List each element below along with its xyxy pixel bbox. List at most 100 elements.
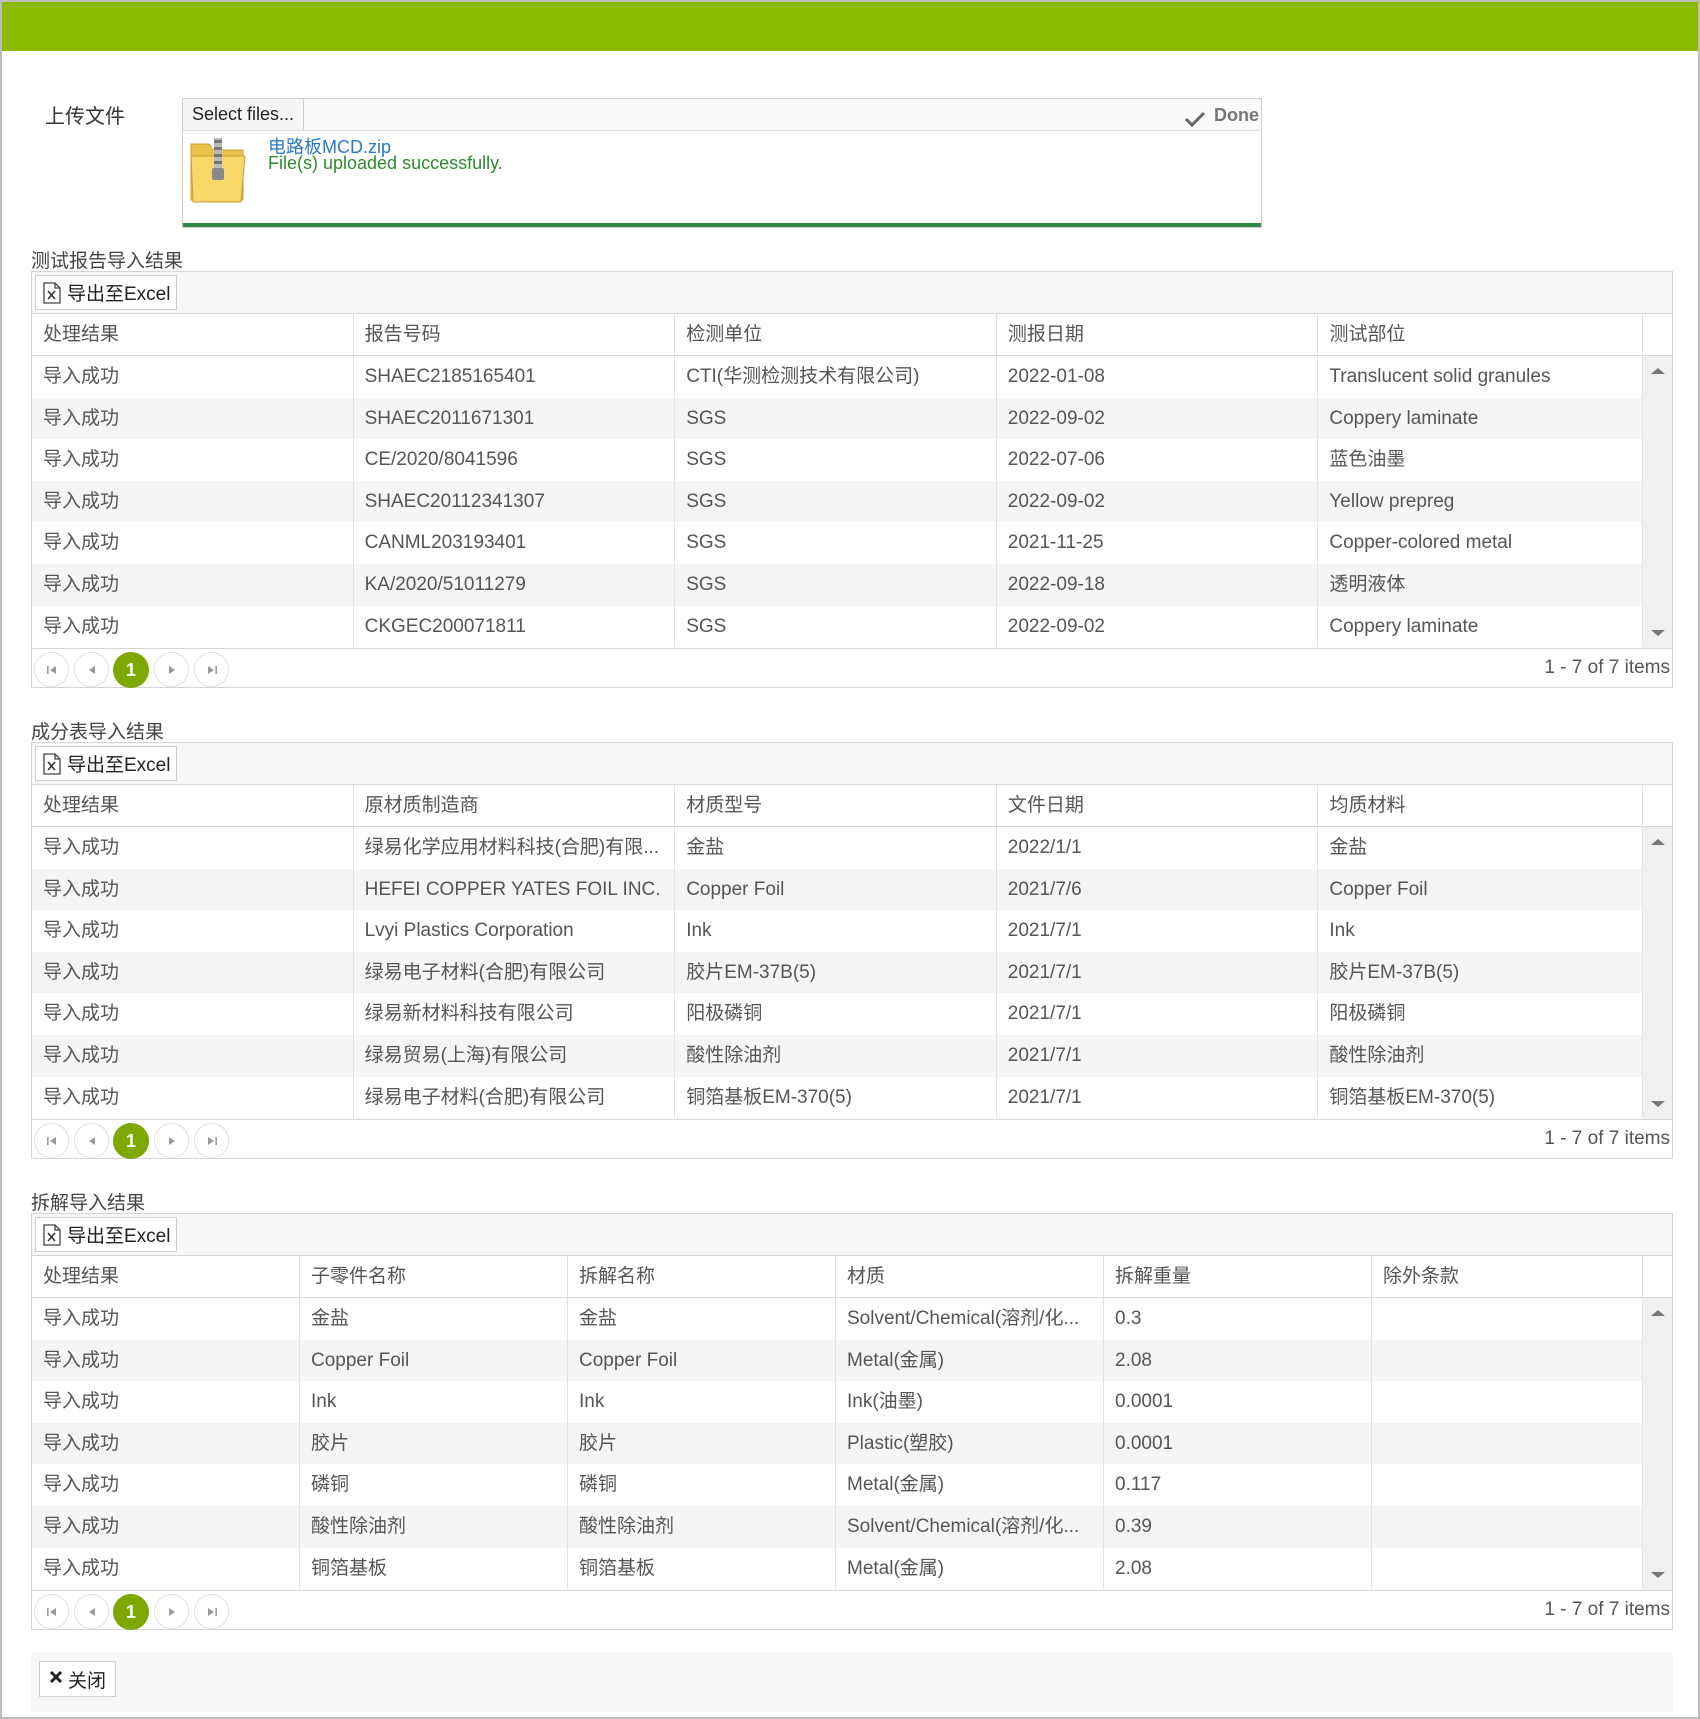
table-row[interactable]: 导入成功 磷铜 磷铜 Metal(金属) 0.117 — [32, 1464, 1643, 1506]
close-button[interactable]: 关闭 — [39, 1661, 117, 1697]
table-row[interactable]: 导入成功 SHAEC2011671301 SGS 2022-09-02 Coppery … — [32, 397, 1643, 440]
first-page-button[interactable] — [34, 1123, 69, 1158]
column-header[interactable]: 材质 — [836, 1256, 1104, 1298]
pager: 1 1 - 7 of 7 items — [32, 1590, 1672, 1630]
table-cell: SHAEC20112341307 — [354, 480, 676, 523]
table-row[interactable]: 导入成功 金盐 金盐 Solvent/Chemical(溶剂/化... 0.3 — [32, 1298, 1643, 1340]
table-cell: 金盐 — [300, 1298, 568, 1340]
table-cell: 2022-09-02 — [997, 480, 1319, 523]
table-row[interactable]: 导入成功 绿易贸易(上海)有限公司 酸性除油剂 2021/7/1 酸性除油剂 — [32, 1034, 1643, 1077]
table-row[interactable]: 导入成功 绿易电子材料(合肥)有限公司 铜箔基板EM-370(5) 2021/7/1 铜… — [32, 1076, 1643, 1119]
table-cell: 导入成功 — [32, 522, 354, 564]
column-header[interactable]: 测试部位 — [1318, 314, 1644, 356]
column-header[interactable]: 测报日期 — [997, 314, 1319, 356]
last-page-button[interactable] — [194, 1123, 229, 1158]
table-cell: Solvent/Chemical(溶剂/化... — [836, 1298, 1104, 1340]
table-row[interactable]: 导入成功 SHAEC20112341307 SGS 2022-09-02 Yellow … — [32, 480, 1643, 523]
close-label: 关闭 — [68, 1670, 107, 1692]
grid-toolbar: 导出至Excel — [32, 272, 1672, 314]
upload-widget: Select files... Done 电路板MCD.zip File(s) … — [182, 98, 1262, 228]
vertical-scrollbar[interactable] — [1643, 1298, 1672, 1590]
table-row[interactable]: 导入成功 Copper Foil Copper Foil Metal(金属) 2.08 — [32, 1339, 1643, 1382]
current-page-button[interactable]: 1 — [113, 1123, 149, 1159]
export-label: 导出至Excel — [67, 755, 171, 776]
table-cell: SGS — [675, 605, 997, 648]
scroll-up-icon[interactable] — [1651, 839, 1665, 845]
first-page-button[interactable] — [34, 652, 69, 687]
scroll-up-icon[interactable] — [1651, 368, 1665, 374]
upload-progress-bar — [183, 223, 1261, 227]
first-page-icon — [46, 1607, 56, 1616]
table-cell: 绿易电子材料(合肥)有限公司 — [354, 1076, 676, 1119]
table-cell: Ink — [675, 910, 997, 952]
prev-page-button[interactable] — [74, 652, 109, 687]
table-row[interactable]: 导入成功 绿易化学应用材料科技(合肥)有限... 金盐 2022/1/1 金盐 — [32, 827, 1643, 869]
column-header[interactable]: 原材质制造商 — [354, 785, 676, 827]
next-page-icon — [168, 665, 175, 674]
table-cell: 2.08 — [1104, 1547, 1372, 1590]
column-header[interactable]: 子零件名称 — [300, 1256, 568, 1298]
table-cell: CANML203193401 — [354, 522, 676, 564]
scroll-down-icon[interactable] — [1651, 630, 1665, 636]
table-cell: 导入成功 — [32, 439, 354, 481]
next-page-button[interactable] — [154, 1123, 189, 1158]
vertical-scrollbar[interactable] — [1643, 356, 1672, 648]
scroll-up-icon[interactable] — [1651, 1310, 1665, 1316]
prev-page-button[interactable] — [74, 1123, 109, 1158]
column-header[interactable]: 报告号码 — [354, 314, 676, 356]
table-row[interactable]: 导入成功 绿易电子材料(合肥)有限公司 胶片EM-37B(5) 2021/7/1 胶片E… — [32, 951, 1643, 994]
column-header[interactable]: 除外条款 — [1372, 1256, 1643, 1298]
vertical-scrollbar[interactable] — [1643, 827, 1672, 1119]
current-page-button[interactable]: 1 — [113, 1594, 149, 1630]
table-row[interactable]: 导入成功 CE/2020/8041596 SGS 2022-07-06 蓝色油墨 — [32, 439, 1643, 481]
export-excel-button[interactable]: 导出至Excel — [35, 746, 178, 781]
export-excel-button[interactable]: 导出至Excel — [35, 275, 178, 310]
table-row[interactable]: 导入成功 Ink Ink Ink(油墨) 0.0001 — [32, 1381, 1643, 1423]
table-row[interactable]: 导入成功 铜箔基板 铜箔基板 Metal(金属) 2.08 — [32, 1547, 1643, 1590]
table-row[interactable]: 导入成功 胶片 胶片 Plastic(塑胶) 0.0001 — [32, 1422, 1643, 1465]
table-cell: Ink(油墨) — [836, 1381, 1104, 1423]
column-header[interactable]: 处理结果 — [32, 785, 354, 827]
grid-rows: 导入成功 金盐 金盐 Solvent/Chemical(溶剂/化... 0.3 导入成功 C… — [32, 1298, 1643, 1590]
table-row[interactable]: 导入成功 CANML203193401 SGS 2021-11-25 Copper-co… — [32, 522, 1643, 564]
next-page-button[interactable] — [154, 652, 189, 687]
select-files-button[interactable]: Select files... — [183, 99, 305, 130]
pager: 1 1 - 7 of 7 items — [32, 648, 1672, 688]
table-cell: 导入成功 — [32, 1339, 300, 1382]
table-row[interactable]: 导入成功 绿易新材料科技有限公司 阳极磷铜 2021/7/1 阳极磷铜 — [32, 993, 1643, 1035]
column-header[interactable]: 处理结果 — [32, 314, 354, 356]
table-cell: SHAEC2011671301 — [354, 397, 676, 440]
table-row[interactable]: 导入成功 HEFEI COPPER YATES FOIL INC. Copper F… — [32, 868, 1643, 911]
column-header[interactable]: 文件日期 — [997, 785, 1319, 827]
table-row[interactable]: 导入成功 CKGEC200071811 SGS 2022-09-02 Coppery l… — [32, 605, 1643, 648]
scroll-down-icon[interactable] — [1651, 1101, 1665, 1107]
table-cell: 2022-09-02 — [997, 605, 1319, 648]
table-cell: CKGEC200071811 — [354, 605, 676, 648]
last-page-button[interactable] — [194, 652, 229, 687]
table-cell: 导入成功 — [32, 1381, 300, 1423]
column-header[interactable]: 拆解名称 — [568, 1256, 836, 1298]
grid-body: 导入成功 绿易化学应用材料科技(合肥)有限... 金盐 2022/1/1 金盐 导入成功 H… — [32, 827, 1672, 1119]
column-header[interactable]: 处理结果 — [32, 1256, 300, 1298]
column-header[interactable]: 拆解重量 — [1104, 1256, 1372, 1298]
column-header[interactable]: 材质型号 — [675, 785, 997, 827]
current-page-button[interactable]: 1 — [113, 652, 149, 688]
column-header[interactable]: 检测单位 — [675, 314, 997, 356]
column-header[interactable]: 均质材料 — [1318, 785, 1644, 827]
table-cell — [1372, 1422, 1643, 1465]
next-page-button[interactable] — [154, 1594, 189, 1629]
table-row[interactable]: 导入成功 KA/2020/51011279 SGS 2022-09-18 透明液体 — [32, 563, 1643, 606]
table-row[interactable]: 导入成功 SHAEC2185165401 CTI(华测检测技术有限公司) 2022-0… — [32, 356, 1643, 398]
last-page-button[interactable] — [194, 1594, 229, 1629]
export-excel-button[interactable]: 导出至Excel — [35, 1217, 178, 1252]
table-cell: Yellow prepreg — [1318, 480, 1643, 523]
table-cell: Metal(金属) — [836, 1339, 1104, 1382]
scroll-down-icon[interactable] — [1651, 1572, 1665, 1578]
prev-page-button[interactable] — [74, 1594, 109, 1629]
table-cell: 2022-09-18 — [997, 563, 1319, 606]
table-row[interactable]: 导入成功 酸性除油剂 酸性除油剂 Solvent/Chemical(溶剂/化... 0.… — [32, 1505, 1643, 1548]
next-page-icon — [168, 1607, 175, 1616]
grid-rows: 导入成功 绿易化学应用材料科技(合肥)有限... 金盐 2022/1/1 金盐 导入成功 H… — [32, 827, 1643, 1119]
first-page-button[interactable] — [34, 1594, 69, 1629]
table-row[interactable]: 导入成功 Lvyi Plastics Corporation Ink 2021/7/1… — [32, 910, 1643, 952]
